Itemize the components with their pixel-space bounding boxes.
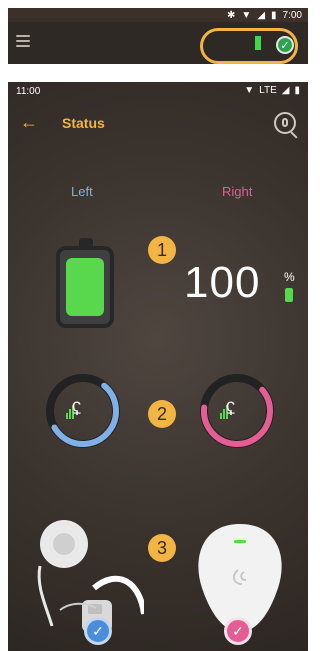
step-badge-3: 3 <box>148 534 176 562</box>
step-badge-1: 1 <box>148 236 176 264</box>
phone-status-time: 11:00 <box>16 86 41 97</box>
signal-icon: ◢ <box>281 85 290 96</box>
back-arrow-icon[interactable]: ← <box>20 112 38 133</box>
phone-screen: 11:00 ▼ LTE ◢ ▮ ← Status Left Right 1 2 … <box>8 82 308 651</box>
device-battery-icon <box>253 34 263 52</box>
step-badge-2: 2 <box>148 400 176 428</box>
battery-cap <box>79 238 93 246</box>
menu-icon[interactable] <box>16 35 30 47</box>
search-mic-icon[interactable] <box>274 112 296 134</box>
top-status-time: 7:00 <box>282 9 302 21</box>
left-label: Left <box>71 184 93 199</box>
battery-small-icon <box>285 288 293 302</box>
battery-icon: ▮ <box>271 9 277 21</box>
mic-icon <box>282 118 288 127</box>
right-audio-ring <box>200 374 274 448</box>
ear-left-icon: ʢ <box>72 399 81 419</box>
top-status-right: ✱ ▼ ◢ ▮ 7:00 <box>227 8 302 22</box>
left-audio-ring <box>46 374 120 448</box>
wifi-icon: ▼ <box>244 85 255 96</box>
battery-percent: 100 <box>184 258 261 307</box>
top-app-bar: ✓ <box>8 22 308 64</box>
app-bar: ← Status <box>8 100 308 148</box>
battery-icon: ▮ <box>294 85 300 96</box>
battery-fill <box>66 258 104 316</box>
battery-percent-sign: % <box>284 270 295 284</box>
signal-icon: ◢ <box>257 9 266 21</box>
connected-check-icon: ✓ <box>276 36 294 54</box>
top-status-bar: ✱ ▼ ◢ ▮ 7:00 <box>8 8 308 22</box>
lte-label: LTE <box>259 85 277 96</box>
battery-large-icon <box>56 238 114 328</box>
left-device-check-icon: ✓ <box>84 617 112 645</box>
bluetooth-icon: ✱ <box>227 9 236 21</box>
phone-status-right: ▼ LTE ◢ ▮ <box>244 85 300 96</box>
page-title: Status <box>62 115 105 131</box>
right-label: Right <box>222 184 253 199</box>
phone-status-bar: 11:00 ▼ LTE ◢ ▮ <box>8 82 308 100</box>
right-device-check-icon: ✓ <box>224 617 252 645</box>
wifi-icon: ▼ <box>241 9 252 21</box>
ear-right-icon: ʢ <box>226 399 235 419</box>
